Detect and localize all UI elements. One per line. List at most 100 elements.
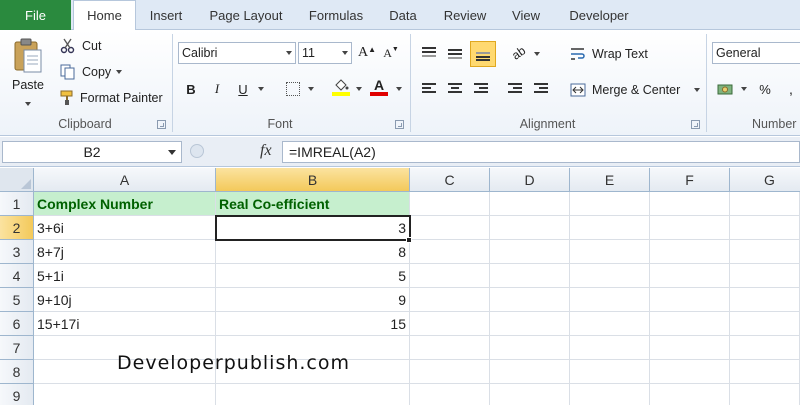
merge-center-button[interactable]: Merge & Center: [570, 80, 700, 100]
align-top-button[interactable]: [418, 42, 440, 64]
empty-cell[interactable]: [570, 264, 650, 288]
font-color-button[interactable]: A: [368, 76, 390, 98]
empty-cell[interactable]: [410, 264, 490, 288]
accounting-format-button[interactable]: [714, 78, 736, 100]
cell-b4[interactable]: 5: [216, 264, 410, 288]
format-painter-button[interactable]: Format Painter: [60, 88, 163, 108]
fill-color-button[interactable]: [330, 76, 352, 98]
row-header-4[interactable]: 4: [0, 264, 34, 288]
copy-button[interactable]: Copy: [60, 62, 122, 82]
empty-cell[interactable]: [650, 336, 730, 360]
row-header-7[interactable]: 7: [0, 336, 34, 360]
empty-cell[interactable]: [410, 288, 490, 312]
empty-cell[interactable]: [490, 240, 570, 264]
empty-cell[interactable]: [490, 384, 570, 405]
cell-a1[interactable]: Complex Number: [34, 192, 216, 216]
empty-cell[interactable]: [410, 216, 490, 240]
decrease-indent-button[interactable]: [504, 78, 526, 100]
empty-cell[interactable]: [570, 192, 650, 216]
empty-cell[interactable]: [216, 384, 410, 405]
empty-cell[interactable]: [490, 312, 570, 336]
formula-bar-grip-icon[interactable]: [190, 144, 204, 158]
align-center-button[interactable]: [444, 78, 466, 100]
column-header-d[interactable]: D: [490, 168, 570, 192]
cell-b2[interactable]: 3: [215, 215, 411, 241]
cell-a2[interactable]: 3+6i: [34, 216, 216, 240]
empty-cell[interactable]: [490, 288, 570, 312]
tab-home[interactable]: Home: [73, 0, 136, 31]
empty-cell[interactable]: [730, 312, 800, 336]
empty-cell[interactable]: [570, 360, 650, 384]
row-header-2[interactable]: 2: [0, 216, 34, 240]
alignment-launcher-icon[interactable]: [691, 120, 700, 129]
tab-formulas[interactable]: Formulas: [298, 0, 374, 30]
comma-style-button[interactable]: ,: [780, 78, 800, 100]
align-left-button[interactable]: [418, 78, 440, 100]
empty-cell[interactable]: [410, 336, 490, 360]
empty-cell[interactable]: [490, 192, 570, 216]
align-bottom-button[interactable]: [470, 41, 496, 67]
row-header-6[interactable]: 6: [0, 312, 34, 336]
empty-cell[interactable]: [730, 192, 800, 216]
tab-review[interactable]: Review: [434, 0, 496, 30]
empty-cell[interactable]: [490, 360, 570, 384]
empty-cell[interactable]: [570, 288, 650, 312]
increase-indent-button[interactable]: [530, 78, 552, 100]
column-header-f[interactable]: F: [650, 168, 730, 192]
empty-cell[interactable]: [410, 384, 490, 405]
cell-b3[interactable]: 8: [216, 240, 410, 264]
empty-cell[interactable]: [730, 264, 800, 288]
cell-a6[interactable]: 15+17i: [34, 312, 216, 336]
empty-cell[interactable]: [650, 312, 730, 336]
empty-cell[interactable]: [730, 288, 800, 312]
row-header-5[interactable]: 5: [0, 288, 34, 312]
column-header-c[interactable]: C: [410, 168, 490, 192]
orientation-button[interactable]: ab: [508, 42, 530, 64]
formula-input[interactable]: =IMREAL(A2): [282, 141, 800, 163]
empty-cell[interactable]: [650, 288, 730, 312]
percent-style-button[interactable]: %: [754, 78, 776, 100]
empty-cell[interactable]: [730, 360, 800, 384]
empty-cell[interactable]: [410, 240, 490, 264]
empty-cell[interactable]: [650, 240, 730, 264]
wrap-text-button[interactable]: Wrap Text: [570, 44, 648, 64]
number-format-select[interactable]: General: [712, 42, 800, 64]
underline-button[interactable]: U: [232, 78, 254, 100]
empty-cell[interactable]: [570, 240, 650, 264]
cell-a5[interactable]: 9+10j: [34, 288, 216, 312]
empty-cell[interactable]: [570, 312, 650, 336]
empty-cell[interactable]: [650, 384, 730, 405]
grow-font-button[interactable]: A ▲: [356, 42, 378, 64]
empty-cell[interactable]: [730, 384, 800, 405]
empty-cell[interactable]: [410, 192, 490, 216]
bold-button[interactable]: B: [180, 78, 202, 100]
cell-b1[interactable]: Real Co-efficient: [216, 192, 410, 216]
borders-dropdown-icon[interactable]: [308, 87, 314, 91]
accounting-dropdown-icon[interactable]: [741, 87, 747, 91]
empty-cell[interactable]: [570, 384, 650, 405]
cell-b5[interactable]: 9: [216, 288, 410, 312]
merge-center-dropdown-icon[interactable]: [694, 88, 700, 92]
clipboard-launcher-icon[interactable]: [157, 120, 166, 129]
tab-data[interactable]: Data: [378, 0, 428, 30]
cell-b6[interactable]: 15: [216, 312, 410, 336]
row-header-9[interactable]: 9: [0, 384, 34, 405]
column-header-a[interactable]: A: [34, 168, 216, 192]
fill-color-dropdown-icon[interactable]: [356, 87, 362, 91]
font-name-select[interactable]: Calibri: [178, 42, 296, 64]
select-all-button[interactable]: [0, 168, 34, 192]
shrink-font-button[interactable]: A ▼: [380, 42, 402, 64]
font-launcher-icon[interactable]: [395, 120, 404, 129]
tab-file[interactable]: File: [0, 0, 71, 30]
paste-button[interactable]: Paste: [8, 36, 48, 108]
empty-cell[interactable]: [570, 336, 650, 360]
fill-handle[interactable]: [406, 237, 412, 243]
italic-button[interactable]: I: [206, 78, 228, 100]
orientation-dropdown-icon[interactable]: [534, 52, 540, 56]
empty-cell[interactable]: [730, 240, 800, 264]
tab-insert[interactable]: Insert: [138, 0, 194, 30]
tab-view[interactable]: View: [502, 0, 550, 30]
empty-cell[interactable]: [730, 336, 800, 360]
empty-cell[interactable]: [730, 216, 800, 240]
font-size-select[interactable]: 11: [298, 42, 352, 64]
